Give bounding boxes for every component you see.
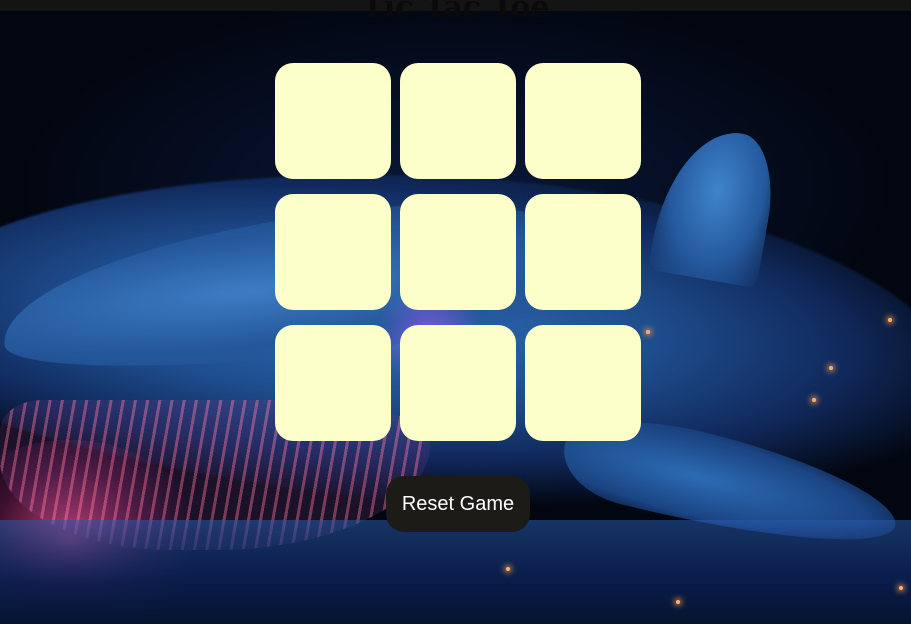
- board-cell-6[interactable]: [525, 194, 641, 310]
- spark-particle: [646, 330, 650, 334]
- board-cell-9[interactable]: [525, 325, 641, 441]
- spark-particle: [829, 366, 833, 370]
- page-title: Tic Tac Toe: [361, 0, 550, 25]
- reset-game-button[interactable]: Reset Game: [386, 476, 530, 532]
- board-cell-2[interactable]: [400, 63, 516, 179]
- spark-particle: [812, 398, 816, 402]
- spark-particle: [506, 567, 510, 571]
- board-cell-5[interactable]: [400, 194, 516, 310]
- water-surface: [0, 520, 911, 624]
- board-cell-3[interactable]: [525, 63, 641, 179]
- spark-particle: [899, 586, 903, 590]
- board-cell-7[interactable]: [275, 325, 391, 441]
- spark-particle: [888, 318, 892, 322]
- board-cell-4[interactable]: [275, 194, 391, 310]
- spark-particle: [676, 600, 680, 604]
- board-cell-1[interactable]: [275, 63, 391, 179]
- board-cell-8[interactable]: [400, 325, 516, 441]
- game-board: [275, 63, 641, 441]
